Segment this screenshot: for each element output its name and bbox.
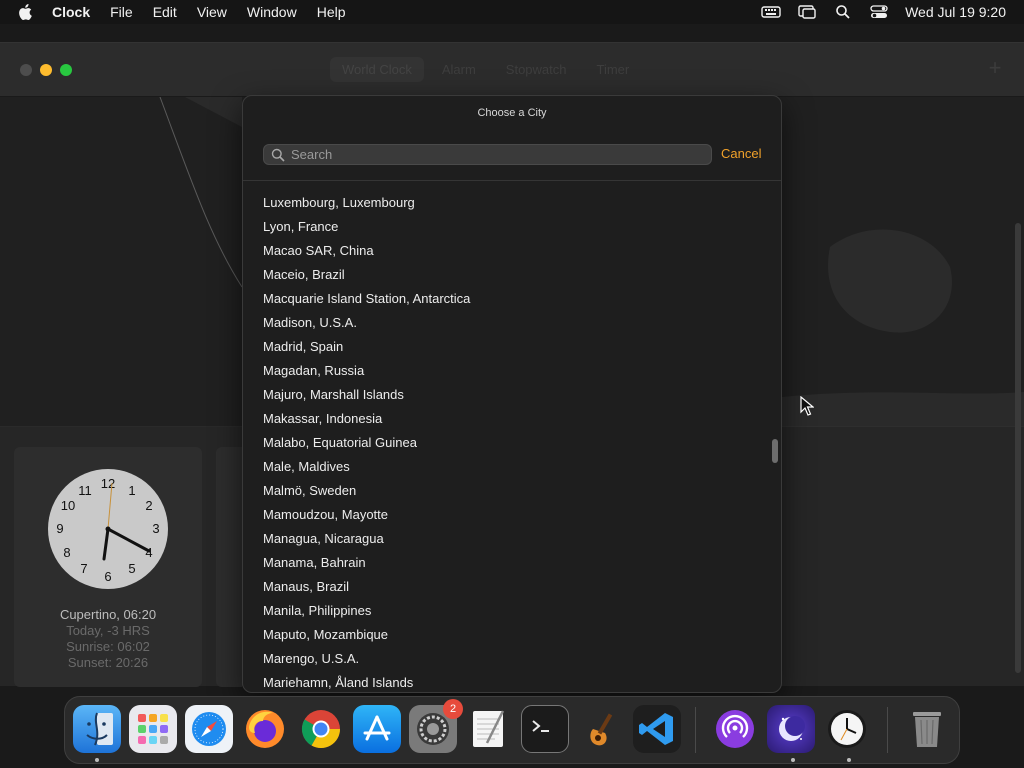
sheet-title: Choose a City bbox=[477, 107, 547, 119]
list-item[interactable]: Manama, Bahrain bbox=[243, 551, 781, 575]
list-item[interactable]: Mamoudzou, Mayotte bbox=[243, 503, 781, 527]
world-clock-card[interactable]: 12 1 2 3 4 5 6 7 8 9 10 11 Cupertino, 06… bbox=[14, 447, 202, 687]
menu-view[interactable]: View bbox=[197, 4, 227, 20]
trash-icon[interactable] bbox=[903, 705, 951, 753]
list-item[interactable]: Majuro, Marshall Islands bbox=[243, 383, 781, 407]
window-titlebar: World Clock Alarm Stopwatch Timer + bbox=[0, 43, 1024, 97]
list-item[interactable]: Manaus, Brazil bbox=[243, 575, 781, 599]
clock-sunset: Sunset: 20:26 bbox=[67, 655, 149, 670]
app-store-icon[interactable] bbox=[353, 705, 401, 753]
firefox-icon[interactable] bbox=[241, 705, 289, 753]
list-item[interactable]: Malmö, Sweden bbox=[243, 479, 781, 503]
mouse-cursor-icon bbox=[800, 395, 815, 416]
list-item[interactable]: Maceio, Brazil bbox=[243, 263, 781, 287]
clock-numeral-8: 8 bbox=[63, 545, 70, 560]
zoom-window-button[interactable] bbox=[60, 64, 72, 76]
window-scrollbar[interactable] bbox=[1015, 223, 1021, 673]
menu-edit[interactable]: Edit bbox=[153, 4, 177, 20]
textedit-icon[interactable] bbox=[465, 705, 513, 753]
clock-icon[interactable] bbox=[823, 705, 871, 753]
list-item[interactable]: Maputo, Mozambique bbox=[243, 623, 781, 647]
menu-app-name[interactable]: Clock bbox=[52, 4, 90, 20]
city-list-scroll-thumb[interactable] bbox=[772, 439, 778, 463]
minimize-window-button[interactable] bbox=[40, 64, 52, 76]
clock-numeral-6: 6 bbox=[104, 569, 111, 584]
close-window-button[interactable] bbox=[20, 64, 32, 76]
list-item[interactable]: Male, Maldives bbox=[243, 455, 781, 479]
keyboard-icon[interactable] bbox=[761, 4, 781, 20]
finder-running-dot bbox=[95, 758, 99, 762]
world-clock-card-partial[interactable] bbox=[216, 447, 242, 687]
analog-clock-face: 12 1 2 3 4 5 6 7 8 9 10 11 bbox=[48, 469, 168, 589]
clock-numeral-12: 12 bbox=[101, 476, 115, 491]
clock-numeral-5: 5 bbox=[128, 561, 135, 576]
list-item[interactable]: Mariehamn, Åland Islands bbox=[243, 671, 781, 692]
list-item-partial[interactable] bbox=[243, 181, 781, 191]
list-item[interactable]: Malabo, Equatorial Guinea bbox=[243, 431, 781, 455]
choose-city-sheet: Choose a City Cancel Luxembourg, Luxembo… bbox=[242, 95, 782, 693]
chrome-icon[interactable] bbox=[297, 705, 345, 753]
city-list[interactable]: Luxembourg, Luxembourg Lyon, France Macao … bbox=[243, 181, 781, 692]
control-center-icon[interactable] bbox=[869, 4, 889, 20]
clock-numeral-9: 9 bbox=[56, 521, 63, 536]
clock-numeral-10: 10 bbox=[61, 498, 75, 513]
clock-numeral-11: 11 bbox=[78, 483, 92, 498]
tab-stopwatch[interactable]: Stopwatch bbox=[494, 57, 579, 82]
list-item[interactable]: Manila, Philippines bbox=[243, 599, 781, 623]
list-item[interactable]: Luxembourg, Luxembourg bbox=[243, 191, 781, 215]
podcasts-icon[interactable] bbox=[711, 705, 759, 753]
tab-world-clock[interactable]: World Clock bbox=[330, 57, 424, 82]
tab-timer[interactable]: Timer bbox=[585, 57, 642, 82]
menu-file[interactable]: File bbox=[110, 4, 133, 20]
list-item[interactable]: Lyon, France bbox=[243, 215, 781, 239]
launchpad-icon[interactable] bbox=[129, 705, 177, 753]
safari-icon[interactable] bbox=[185, 705, 233, 753]
search-icon bbox=[271, 148, 285, 162]
list-item[interactable]: Makassar, Indonesia bbox=[243, 407, 781, 431]
list-item[interactable]: Macao SAR, China bbox=[243, 239, 781, 263]
vscode-icon[interactable] bbox=[633, 705, 681, 753]
clock-day-offset: Today, -3 HRS bbox=[66, 623, 150, 638]
cancel-button[interactable]: Cancel bbox=[721, 146, 761, 161]
tab-alarm[interactable]: Alarm bbox=[430, 57, 488, 82]
clock-city-time: Cupertino, 06:20 bbox=[59, 607, 157, 622]
nova-icon[interactable] bbox=[767, 705, 815, 753]
city-search-field[interactable] bbox=[263, 144, 712, 165]
city-list-content: Luxembourg, Luxembourg Lyon, France Macao … bbox=[243, 181, 781, 692]
spotlight-search-icon[interactable] bbox=[833, 4, 853, 20]
clock-sunrise: Sunrise: 06:02 bbox=[66, 639, 150, 654]
clock-numeral-7: 7 bbox=[80, 561, 87, 576]
list-item[interactable]: Madrid, Spain bbox=[243, 335, 781, 359]
list-item[interactable]: Managua, Nicaragua bbox=[243, 527, 781, 551]
clock-numeral-3: 3 bbox=[152, 521, 159, 536]
menu-window[interactable]: Window bbox=[247, 4, 297, 20]
garageband-icon[interactable] bbox=[577, 705, 625, 753]
dock: 2 bbox=[64, 696, 960, 764]
terminal-icon[interactable] bbox=[521, 705, 569, 753]
search-input[interactable] bbox=[291, 147, 711, 162]
finder-icon[interactable] bbox=[73, 705, 121, 753]
add-city-button[interactable]: + bbox=[984, 57, 1006, 79]
notification-badge: 2 bbox=[443, 699, 463, 719]
menubar-datetime[interactable]: Wed Jul 19 9:20 bbox=[905, 4, 1006, 20]
nova-running-dot bbox=[791, 758, 795, 762]
system-settings-icon[interactable]: 2 bbox=[409, 699, 463, 753]
clock-numeral-2: 2 bbox=[145, 498, 152, 513]
screen-mirroring-icon[interactable] bbox=[797, 4, 817, 20]
dock-divider bbox=[887, 707, 888, 753]
list-item[interactable]: Marengo, U.S.A. bbox=[243, 647, 781, 671]
apple-menu-icon[interactable] bbox=[18, 4, 36, 20]
list-item[interactable]: Madison, U.S.A. bbox=[243, 311, 781, 335]
list-item[interactable]: Macquarie Island Station, Antarctica bbox=[243, 287, 781, 311]
menu-help[interactable]: Help bbox=[317, 4, 346, 20]
menu-bar: Clock File Edit View Window Help Wed Jul… bbox=[0, 0, 1024, 24]
list-item[interactable]: Magadan, Russia bbox=[243, 359, 781, 383]
clock-numeral-1: 1 bbox=[128, 483, 135, 498]
dock-divider bbox=[695, 707, 696, 753]
clock-numeral-4: 4 bbox=[145, 545, 152, 560]
clock-running-dot bbox=[847, 758, 851, 762]
tab-bar: World Clock Alarm Stopwatch Timer bbox=[330, 57, 641, 82]
